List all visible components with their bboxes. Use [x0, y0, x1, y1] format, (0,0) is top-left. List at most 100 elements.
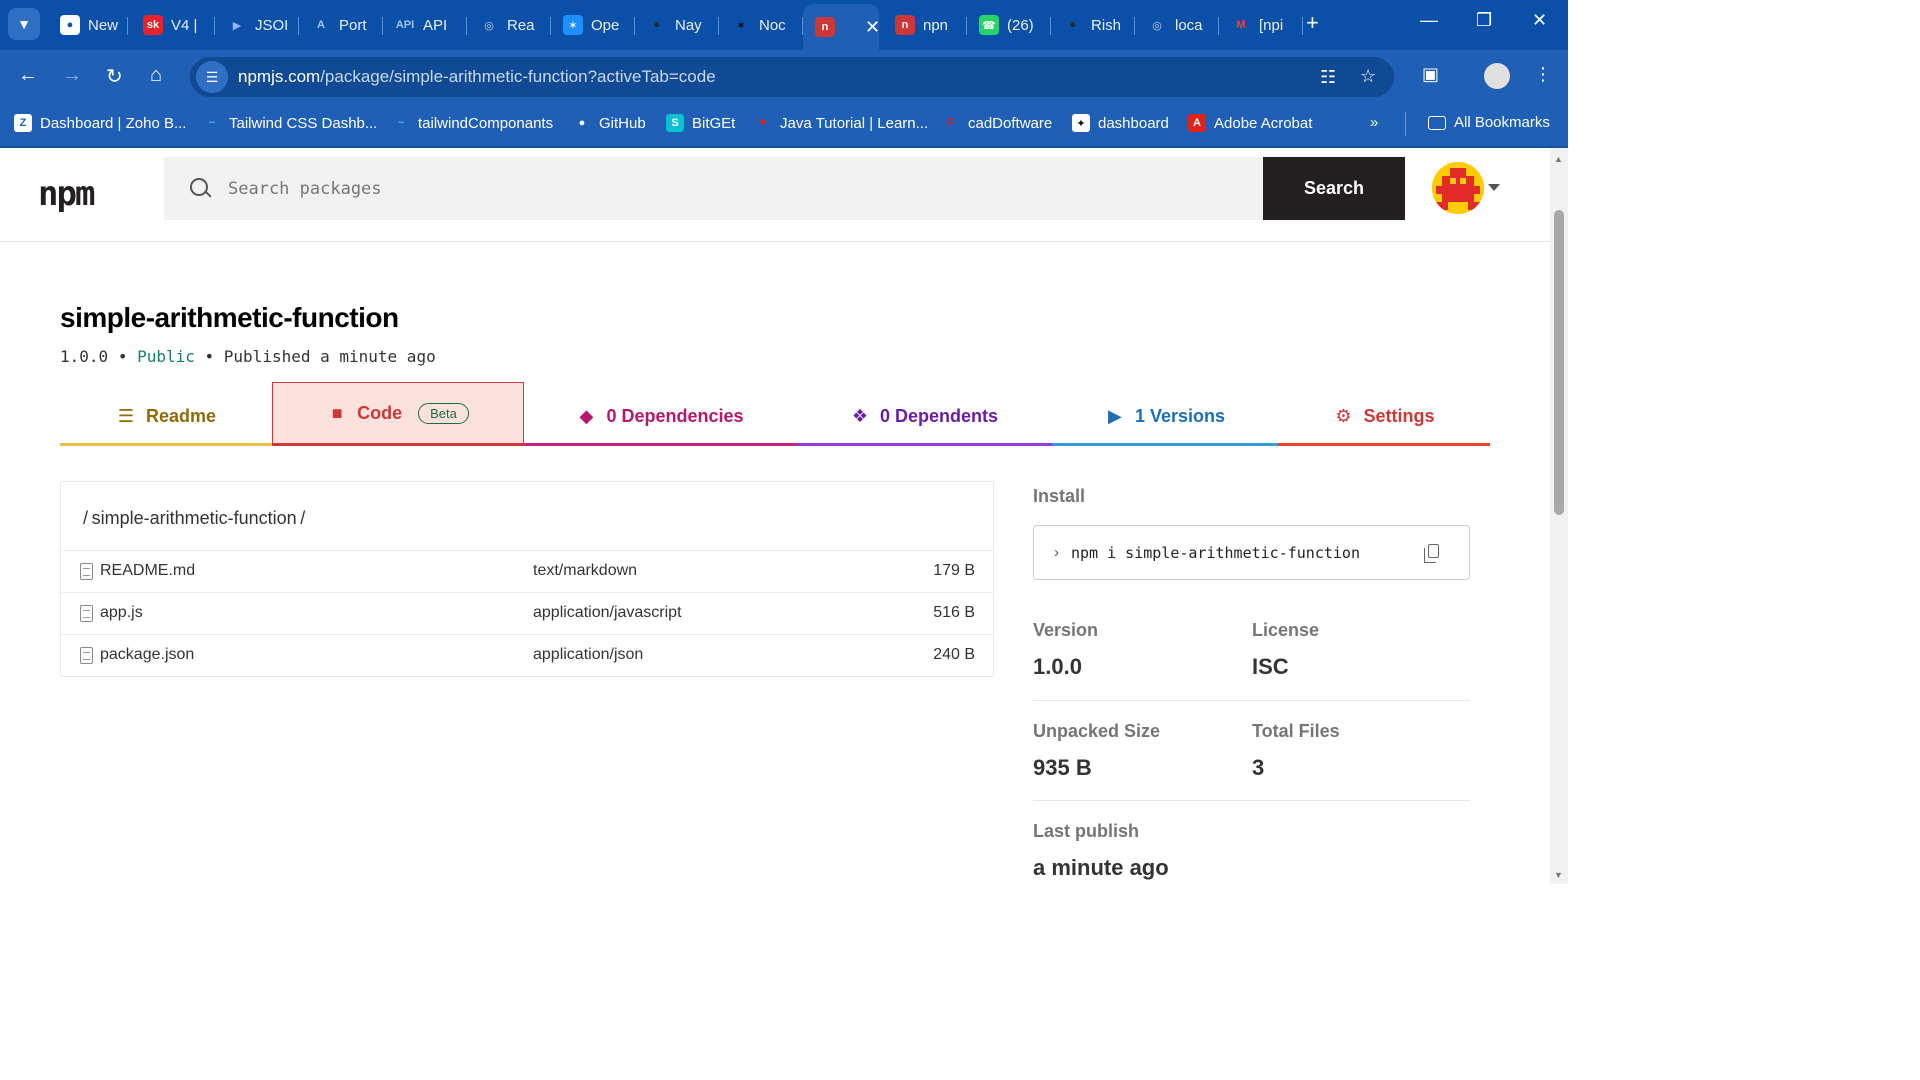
bookmark-favicon-icon: F: [947, 117, 955, 129]
menu-icon[interactable]: ⋮: [1534, 64, 1552, 85]
chevron-down-icon[interactable]: [1488, 184, 1500, 191]
browser-tab[interactable]: ▶ JSOI: [215, 7, 299, 43]
tab-0-dependencies[interactable]: ◆ 0 Dependencies: [524, 390, 796, 446]
restore-button[interactable]: ❐: [1476, 10, 1492, 31]
tab-code[interactable]: ■ Code Beta: [272, 382, 524, 446]
browser-tab[interactable]: ☎ (26): [967, 7, 1051, 43]
meta-separator: •: [204, 347, 224, 366]
page-scrollbar[interactable]: ▲ ▼: [1550, 148, 1568, 884]
tab-1-versions[interactable]: ▶ 1 Versions: [1052, 390, 1278, 446]
reload-icon[interactable]: ↻: [106, 64, 123, 89]
all-bookmarks-button[interactable]: All Bookmarks: [1428, 114, 1550, 131]
forward-icon[interactable]: →: [62, 64, 82, 87]
profile-avatar[interactable]: [1484, 63, 1510, 89]
home-icon[interactable]: ⌂: [150, 64, 162, 87]
package-meta: 1.0.0 • Public • Published a minute ago: [60, 347, 436, 366]
scroll-up-icon[interactable]: ▲: [1554, 154, 1563, 164]
bookmark-item[interactable]: A Adobe Acrobat: [1188, 114, 1312, 132]
address-bar[interactable]: ☰ npmjs.com/package/simple-arithmetic-fu…: [190, 57, 1394, 97]
file-name[interactable]: app.js: [100, 604, 143, 622]
site-info-icon[interactable]: ☰: [196, 61, 228, 93]
npm-logo[interactable]: npm: [38, 174, 95, 214]
browser-tab[interactable]: ● Rish: [1051, 7, 1135, 43]
tab-favicon-icon: ▶: [232, 19, 242, 32]
code-file-icon: ■: [331, 402, 343, 423]
bookmark-favicon-icon: ~: [397, 117, 405, 129]
file-row[interactable]: app.js application/javascript 516 B: [61, 592, 993, 634]
file-path-breadcrumb[interactable]: / simple-arithmetic-function /: [83, 508, 305, 529]
browser-toolbar: ← → ↻ ⌂ ☰ npmjs.com/package/simple-arith…: [0, 50, 1568, 104]
file-type: application/json: [533, 646, 644, 663]
bookmarks-divider: [1405, 112, 1406, 136]
file-icon: [80, 605, 93, 622]
file-name[interactable]: README.md: [100, 562, 195, 580]
tab-title: Ope: [591, 16, 620, 34]
tab-title: Rish: [1091, 16, 1122, 34]
tab-label: 0 Dependents: [879, 406, 999, 426]
browser-tab[interactable]: ✶ Noc: [719, 7, 803, 43]
browser-tab[interactable]: ● Nay: [635, 7, 719, 43]
bookmark-item[interactable]: Z Dashboard | Zoho B...: [14, 114, 186, 132]
browser-tab[interactable]: ✶ Ope: [551, 7, 635, 43]
copy-icon[interactable]: [1424, 544, 1439, 563]
back-icon[interactable]: ←: [18, 64, 38, 87]
license-value: ISC: [1252, 654, 1289, 679]
bookmark-item[interactable]: ▼ Java Tutorial | Learn...: [754, 114, 929, 132]
install-command[interactable]: npm i simple-arithmetic-function: [1071, 544, 1360, 562]
file-size: 516 B: [933, 604, 975, 621]
tab-settings[interactable]: ⚙ Settings: [1278, 390, 1490, 446]
url-text: npmjs.com/package/simple-arithmetic-func…: [238, 67, 716, 87]
browser-tab[interactable]: API API: [383, 7, 467, 43]
tab-readme[interactable]: ☰ Readme: [60, 390, 272, 446]
tab-title: Port: [339, 16, 367, 34]
tab-favicon-icon: ◎: [1152, 19, 1162, 32]
tab-title: Noc: [759, 16, 786, 34]
bookmark-item[interactable]: S BitGEt: [666, 114, 735, 132]
scroll-down-icon[interactable]: ▼: [1554, 870, 1563, 880]
more-bookmarks-button[interactable]: »: [1370, 114, 1378, 131]
tab-0-dependents[interactable]: ❖ 0 Dependents: [796, 390, 1052, 446]
package-published: Published a minute ago: [223, 347, 436, 366]
tab-search-button[interactable]: ▼: [8, 8, 40, 40]
new-tab-button[interactable]: +: [1306, 10, 1319, 36]
file-icon: [80, 563, 93, 580]
close-tab-icon[interactable]: ✕: [865, 17, 879, 38]
minimize-button[interactable]: —: [1420, 10, 1438, 31]
tab-favicon-icon: ●: [653, 19, 661, 31]
tab-label: 0 Dependencies: [606, 406, 744, 426]
file-name[interactable]: package.json: [100, 646, 194, 664]
browser-tab[interactable]: M [npi: [1219, 7, 1303, 43]
scroll-thumb[interactable]: [1554, 210, 1564, 515]
install-command-box[interactable]: › npm i simple-arithmetic-function: [1033, 525, 1470, 580]
bookmark-label: tailwindComponants: [418, 114, 554, 132]
tab-title: loca: [1175, 16, 1203, 34]
user-avatar[interactable]: [1432, 162, 1484, 214]
total-files-value: 3: [1252, 755, 1265, 780]
close-window-button[interactable]: ✕: [1532, 10, 1547, 31]
bookmark-item[interactable]: FcadDoftware: [942, 114, 1053, 132]
extensions-icon[interactable]: ▣: [1422, 64, 1439, 85]
file-row[interactable]: package.json application/json 240 B: [61, 634, 993, 676]
last-publish-label: Last publish: [1033, 821, 1140, 841]
browser-tab[interactable]: n ✕: [803, 4, 879, 50]
browser-tab[interactable]: ◎ loca: [1135, 7, 1219, 43]
bookmark-favicon-icon: A: [1188, 114, 1206, 132]
file-row[interactable]: README.md text/markdown 179 B: [61, 550, 993, 592]
bookmark-item[interactable]: ~ Tailwind CSS Dashb...: [203, 114, 378, 132]
bookmark-star-icon[interactable]: ☆: [1360, 66, 1376, 87]
browser-tab[interactable]: n npn: [883, 7, 967, 43]
search-button[interactable]: Search: [1263, 157, 1405, 220]
code-file-list: / simple-arithmetic-function / README.md…: [60, 481, 994, 677]
browser-tab[interactable]: ● New: [48, 7, 128, 43]
browser-tab[interactable]: sk V4 |: [131, 7, 215, 43]
bookmark-item[interactable]: ~ tailwindComponants: [392, 114, 553, 132]
translate-icon[interactable]: ☷: [1320, 67, 1336, 88]
bookmark-item[interactable]: ● GitHub: [573, 114, 646, 132]
browser-tab[interactable]: A Port: [299, 7, 383, 43]
meta-separator: •: [117, 347, 138, 366]
bookmark-item[interactable]: ✦ dashboard: [1072, 114, 1169, 132]
search-input[interactable]: [228, 178, 1128, 199]
package-title: simple-arithmetic-function: [60, 302, 399, 333]
license-label: License: [1252, 620, 1320, 640]
browser-tab[interactable]: ◎ Rea: [467, 7, 551, 43]
